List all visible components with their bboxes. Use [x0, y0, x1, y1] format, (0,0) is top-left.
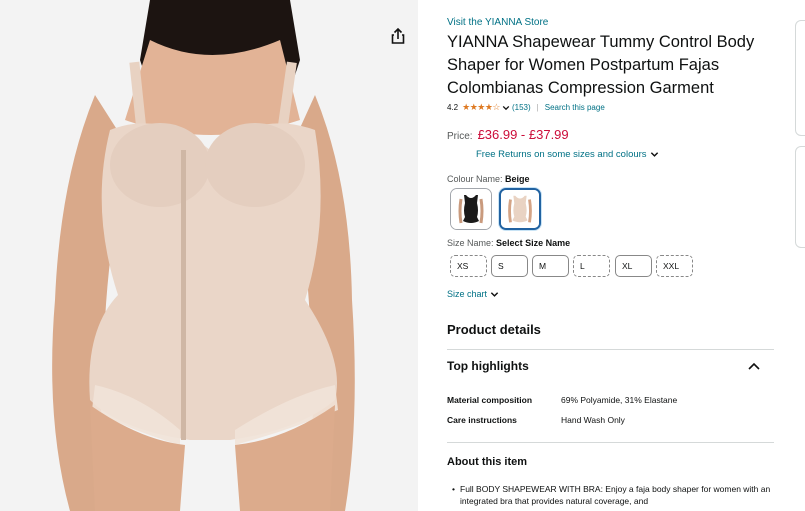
- size-name-label: Size Name: Select Size Name: [447, 238, 570, 248]
- chevron-down-icon: [650, 152, 658, 157]
- about-this-item-heading: About this item: [447, 456, 528, 468]
- colour-label-text: Colour Name:: [447, 174, 503, 184]
- size-chart-text: Size chart: [447, 289, 488, 299]
- chevron-up-icon[interactable]: [747, 361, 761, 371]
- buy-box-panel: [795, 146, 805, 248]
- search-page-link[interactable]: Search this page: [545, 103, 605, 112]
- colour-selected: Beige: [505, 174, 530, 184]
- swatch-image-black: [451, 189, 491, 229]
- free-returns-link[interactable]: Free Returns on some sizes and colours: [476, 149, 659, 160]
- colour-name-label: Colour Name: Beige: [447, 174, 530, 184]
- price-row: Price: £36.99 - £37.99: [447, 127, 569, 142]
- bullet-dot: •: [452, 484, 455, 494]
- spec-value-material: 69% Polyamide, 31% Elastane: [561, 395, 678, 405]
- share-icon[interactable]: [388, 26, 408, 46]
- size-option-m[interactable]: M: [532, 255, 569, 277]
- rating-count-link[interactable]: (153): [512, 103, 531, 112]
- store-link[interactable]: Visit the YIANNA Store: [447, 17, 548, 28]
- chevron-down-icon[interactable]: [502, 104, 510, 112]
- size-selected: Select Size Name: [496, 238, 571, 248]
- product-main-image[interactable]: [0, 0, 418, 511]
- price-value: £36.99 - £37.99: [477, 127, 569, 142]
- swatch-image-beige: [501, 190, 539, 228]
- spec-value-care: Hand Wash Only: [561, 415, 625, 425]
- free-returns-text: Free Returns on some sizes and colours: [476, 149, 647, 160]
- spec-key-care: Care instructions: [447, 415, 517, 425]
- rating-value: 4.2: [447, 103, 459, 112]
- chevron-down-icon: [490, 291, 499, 297]
- buy-box-panel: [795, 20, 805, 136]
- star-rating-icon[interactable]: ★★★★☆: [462, 102, 500, 113]
- size-option-xs[interactable]: XS: [450, 255, 487, 277]
- price-label: Price:: [447, 131, 473, 142]
- size-label-text: Size Name:: [447, 238, 494, 248]
- colour-swatch-black[interactable]: [450, 188, 492, 230]
- top-highlights-heading[interactable]: Top highlights: [447, 359, 529, 373]
- product-photo: [0, 0, 418, 511]
- product-details-heading: Product details: [447, 322, 541, 337]
- size-option-l[interactable]: L: [573, 255, 610, 277]
- size-option-s[interactable]: S: [491, 255, 528, 277]
- divider: [447, 442, 774, 443]
- product-title: YIANNA Shapewear Tummy Control Body Shap…: [447, 33, 755, 97]
- size-option-xxl[interactable]: XXL: [656, 255, 693, 277]
- bullet-item: • Full BODY SHAPEWEAR WITH BRA: Enjoy a …: [452, 483, 772, 507]
- rating-row: 4.2 ★★★★☆ (153) | Search this page: [447, 102, 605, 113]
- separator: |: [536, 103, 539, 112]
- divider: [447, 349, 774, 350]
- spec-key-material: Material composition: [447, 395, 533, 405]
- colour-swatch-beige[interactable]: [499, 188, 541, 230]
- size-option-xl[interactable]: XL: [615, 255, 652, 277]
- bullet-text: Full BODY SHAPEWEAR WITH BRA: Enjoy a fa…: [460, 484, 771, 506]
- size-chart-link[interactable]: Size chart: [447, 289, 499, 299]
